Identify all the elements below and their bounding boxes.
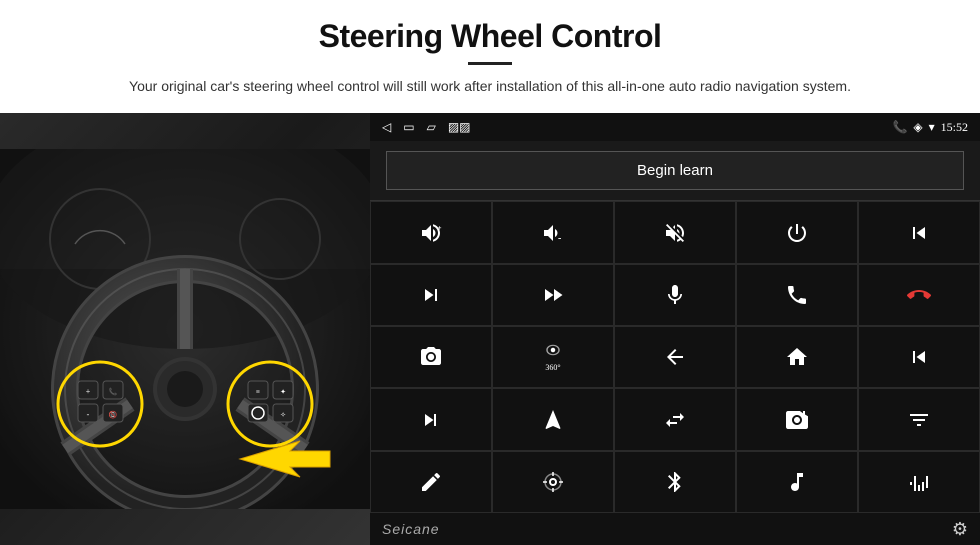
edit-button[interactable] — [370, 451, 492, 513]
bluetooth-button[interactable] — [614, 451, 736, 513]
waveform-button[interactable] — [858, 451, 980, 513]
vol-up-button[interactable]: + — [370, 201, 492, 263]
svg-text:✧: ✧ — [280, 411, 286, 419]
home-nav-icon[interactable]: ▭ — [403, 120, 414, 135]
music-button[interactable] — [736, 451, 858, 513]
fast-forward-button[interactable] — [492, 264, 614, 326]
title-divider — [468, 62, 512, 65]
bottom-bar: Seicane ⚙ — [370, 513, 980, 545]
svg-text:+: + — [86, 387, 91, 396]
gps-button[interactable] — [492, 451, 614, 513]
skip-back-button[interactable] — [858, 326, 980, 388]
power-button[interactable] — [736, 201, 858, 263]
status-right: 📞 ◈ ▾ 15:52 — [892, 120, 968, 135]
brand-logo: Seicane — [382, 521, 440, 537]
microphone-button[interactable] — [614, 264, 736, 326]
recents-nav-icon[interactable]: ▱ — [427, 120, 436, 135]
svg-text:-: - — [558, 233, 561, 244]
svg-text:📞: 📞 — [109, 387, 118, 396]
svg-text:✦: ✦ — [280, 388, 286, 396]
android-head-unit: ◁ ▭ ▱ ▨▨ 📞 ◈ ▾ 15:52 Begin learn — [370, 113, 980, 545]
back-nav-button[interactable] — [614, 326, 736, 388]
status-bar: ◁ ▭ ▱ ▨▨ 📞 ◈ ▾ 15:52 — [370, 113, 980, 141]
main-content: + - 📞 📵 ≡ ✦ ✧ — [0, 113, 980, 545]
clock: 15:52 — [941, 120, 968, 135]
phone-answer-button[interactable] — [736, 264, 858, 326]
controls-grid: + - — [370, 200, 980, 513]
camera-button[interactable] — [370, 326, 492, 388]
steering-wheel-photo: + - 📞 📵 ≡ ✦ ✧ — [0, 113, 370, 545]
begin-learn-button[interactable]: Begin learn — [386, 151, 964, 190]
location-icon: ◈ — [913, 120, 922, 135]
prev-track-button[interactable] — [858, 201, 980, 263]
signal-icon: ▨▨ — [448, 120, 471, 135]
360-view-button[interactable]: 360° — [492, 326, 614, 388]
svg-text:+: + — [437, 224, 442, 233]
status-left: ◁ ▭ ▱ ▨▨ — [382, 120, 471, 135]
navigation-button[interactable] — [492, 388, 614, 450]
vol-down-button[interactable]: - — [492, 201, 614, 263]
back-nav-icon[interactable]: ◁ — [382, 120, 391, 135]
svg-text:📵: 📵 — [109, 410, 118, 419]
page-title: Steering Wheel Control — [20, 18, 960, 55]
equalizer-button[interactable] — [858, 388, 980, 450]
svg-text:-: - — [87, 410, 90, 419]
page-subtitle: Your original car's steering wheel contr… — [100, 75, 880, 97]
page-header: Steering Wheel Control Your original car… — [0, 0, 980, 103]
steering-wheel-svg: + - 📞 📵 ≡ ✦ ✧ — [0, 149, 370, 509]
phone-icon: 📞 — [892, 120, 907, 135]
svg-text:≡: ≡ — [256, 388, 260, 396]
settings-icon[interactable]: ⚙ — [952, 519, 968, 540]
swap-button[interactable] — [614, 388, 736, 450]
phone-end-button[interactable] — [858, 264, 980, 326]
mute-button[interactable] — [614, 201, 736, 263]
begin-learn-area: Begin learn — [370, 141, 980, 200]
wifi-icon: ▾ — [929, 120, 935, 135]
next-track-button[interactable] — [370, 264, 492, 326]
home-nav-button[interactable] — [736, 326, 858, 388]
radio-button[interactable] — [736, 388, 858, 450]
skip-next-button[interactable] — [370, 388, 492, 450]
